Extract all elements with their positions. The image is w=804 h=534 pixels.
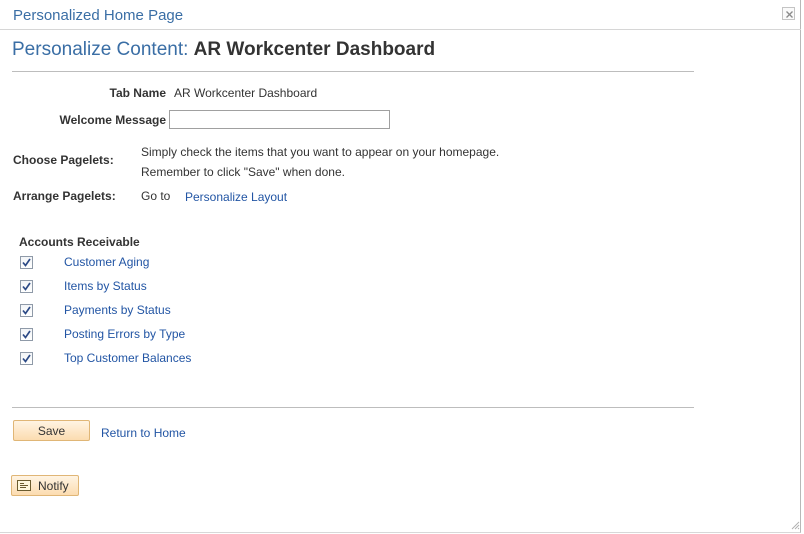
page-title-subject: AR Workcenter Dashboard — [193, 39, 436, 60]
welcome-message-label: Welcome Message — [59, 113, 167, 127]
pagelet-checkbox-posting-errors-by-type[interactable] — [20, 328, 33, 341]
pagelet-checkbox-customer-aging[interactable] — [20, 256, 33, 269]
checkmark-icon — [22, 258, 31, 267]
pagelet-link-top-customer-balances[interactable]: Top Customer Balances — [64, 351, 191, 365]
choose-instructions-line1: Simply check the items that you want to … — [141, 145, 500, 159]
checkmark-icon — [22, 282, 31, 291]
arrange-goto-text: Go to — [141, 189, 171, 203]
footer-divider — [12, 407, 694, 408]
pagelet-link-items-by-status[interactable]: Items by Status — [64, 279, 147, 293]
header-divider — [12, 71, 694, 72]
window-title: Personalized Home Page — [13, 7, 184, 24]
pagelet-group-title: Accounts Receivable — [19, 235, 140, 249]
modal-titlebar: Personalized Home Page — [0, 0, 801, 30]
close-icon — [786, 11, 793, 18]
choose-instructions-line2: Remember to click "Save" when done. — [141, 165, 345, 179]
personalize-layout-link[interactable]: Personalize Layout — [185, 190, 287, 204]
tab-name-label: Tab Name — [109, 86, 166, 100]
welcome-message-input[interactable] — [169, 110, 390, 129]
choose-pagelets-label: Choose Pagelets: — [13, 153, 114, 167]
save-button[interactable]: Save — [13, 420, 90, 441]
checkmark-icon — [22, 306, 31, 315]
pagelet-checkbox-items-by-status[interactable] — [20, 280, 33, 293]
tab-name-value: AR Workcenter Dashboard — [174, 86, 318, 100]
modal-window: Personalized Home Page Personalize Conte… — [0, 0, 801, 533]
return-to-home-link[interactable]: Return to Home — [101, 426, 186, 440]
checkmark-icon — [22, 330, 31, 339]
notify-button[interactable]: Notify — [11, 475, 79, 496]
page-title-prefix: Personalize Content: — [12, 39, 189, 60]
pagelet-link-posting-errors-by-type[interactable]: Posting Errors by Type — [64, 327, 185, 341]
checkmark-icon — [22, 354, 31, 363]
resize-grip-icon[interactable] — [790, 520, 800, 530]
pagelet-link-payments-by-status[interactable]: Payments by Status — [64, 303, 171, 317]
notify-icon — [17, 480, 31, 491]
arrange-pagelets-label: Arrange Pagelets: — [13, 189, 116, 203]
close-button[interactable] — [782, 7, 795, 20]
notify-label: Notify — [38, 479, 69, 493]
pagelet-link-customer-aging[interactable]: Customer Aging — [64, 255, 149, 269]
page-title: Personalize Content: AR Workcenter Dashb… — [12, 39, 435, 61]
pagelet-checkbox-top-customer-balances[interactable] — [20, 352, 33, 365]
pagelet-checkbox-payments-by-status[interactable] — [20, 304, 33, 317]
